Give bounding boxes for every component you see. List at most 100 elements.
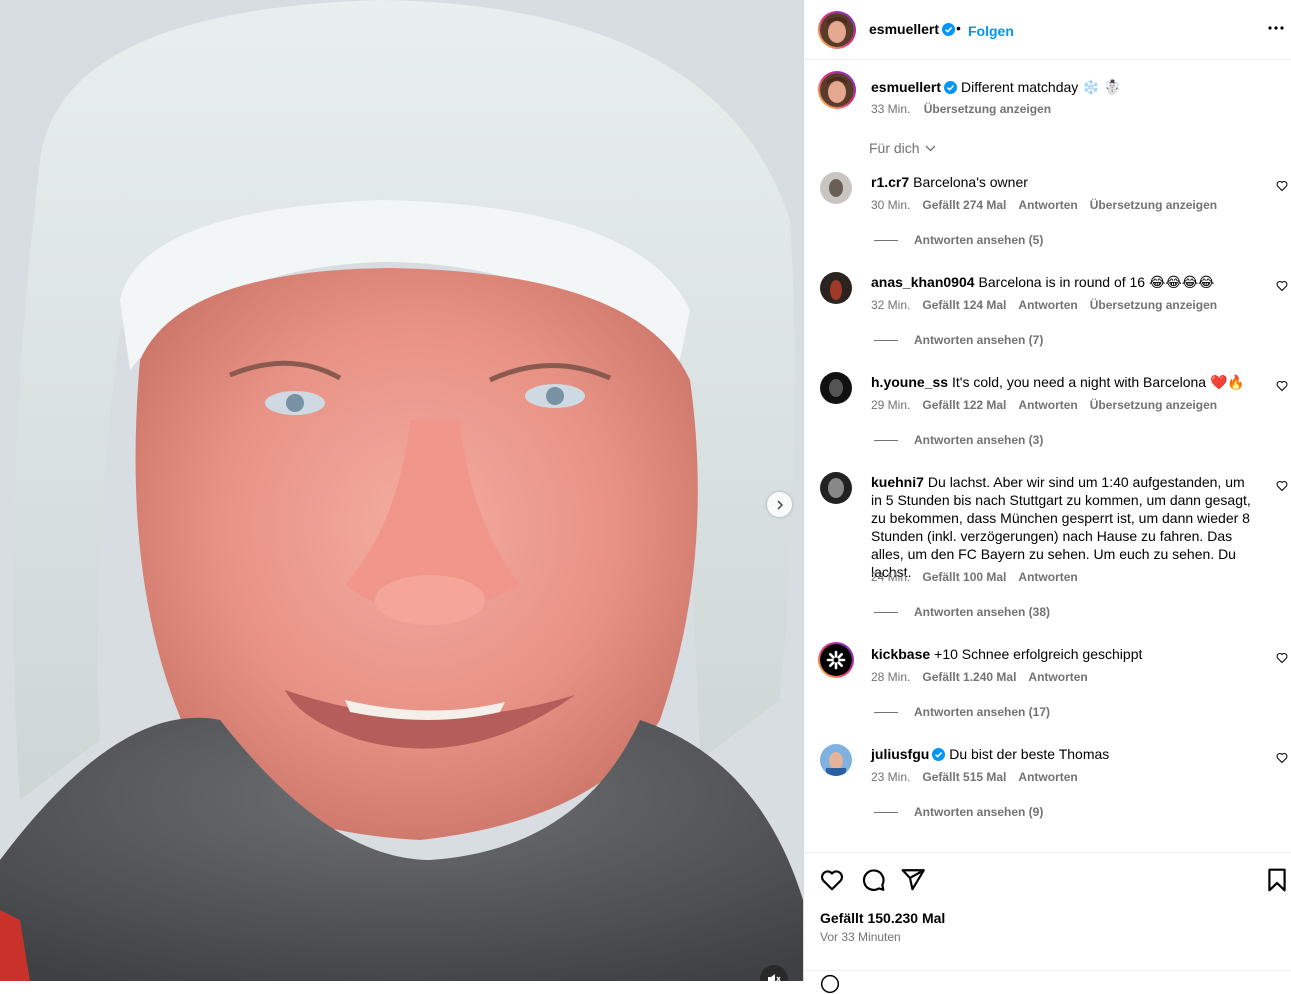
post-actions: Gefällt 150.230 Mal Vor 33 Minuten [804, 852, 1291, 994]
translate-link[interactable]: Übersetzung anzeigen [1090, 198, 1217, 212]
view-replies-button[interactable]: Antworten ansehen (3) [874, 433, 1043, 447]
bookmark-icon[interactable] [1264, 867, 1290, 893]
comment-username[interactable]: h.youne_ss [871, 374, 948, 390]
author-username[interactable]: esmuellert [869, 21, 956, 37]
replies-line [874, 439, 898, 441]
verified-badge-icon [944, 81, 958, 94]
like-count[interactable]: Gefällt 150.230 Mal [820, 910, 945, 926]
comment-likes[interactable]: Gefällt 1.240 Mal [922, 670, 1016, 684]
post-media[interactable] [0, 0, 803, 981]
translate-link[interactable]: Übersetzung anzeigen [1090, 298, 1217, 312]
comment-text: Barcelona is in round of 16 😂😂😂😂 [978, 274, 1215, 290]
comment-time[interactable]: 29 Min. [871, 398, 910, 412]
view-replies-label: Antworten ansehen (3) [914, 433, 1044, 447]
comment-likes[interactable]: Gefällt 124 Mal [922, 298, 1006, 312]
comment-body: r1.cr7 Barcelona's owner [871, 173, 1256, 191]
view-replies-button[interactable]: Antworten ansehen (5) [874, 233, 1043, 247]
author-username-text[interactable]: esmuellert [869, 21, 939, 37]
sort-comments-dropdown[interactable]: Für dich [869, 140, 936, 156]
view-replies-label: Antworten ansehen (9) [914, 805, 1044, 819]
comment-username[interactable]: juliusfgu [871, 746, 929, 762]
reply-button[interactable]: Antworten [1028, 670, 1087, 684]
verified-badge-icon [942, 23, 956, 36]
comment-meta: 28 Min. Gefällt 1.240 Mal Antworten [871, 670, 1088, 684]
comment-meta: 32 Min. Gefällt 124 Mal Antworten Überse… [871, 298, 1217, 312]
comment-username[interactable]: anas_khan0904 [871, 274, 975, 290]
comment-text: Du bist der beste Thomas [949, 746, 1110, 762]
avatar-image [820, 744, 852, 776]
comment-like-heart-icon[interactable] [1276, 180, 1288, 192]
comment-like-heart-icon[interactable] [1276, 480, 1288, 492]
speaker-muted-icon [768, 974, 781, 981]
comment-body: anas_khan0904 Barcelona is in round of 16… [871, 273, 1256, 291]
comment-likes[interactable]: Gefällt 274 Mal [922, 198, 1006, 212]
comment-like-heart-icon[interactable] [1276, 280, 1288, 292]
comment-like-heart-icon[interactable] [1276, 652, 1288, 664]
comment-likes[interactable]: Gefällt 122 Mal [922, 398, 1006, 412]
comment-likes[interactable]: Gefällt 100 Mal [922, 570, 1006, 584]
share-send-icon[interactable] [900, 867, 926, 893]
comment-body: kickbase +10 Schnee erfolgreich geschippt [871, 645, 1256, 663]
reply-button[interactable]: Antworten [1018, 398, 1077, 412]
commenter-avatar[interactable] [818, 642, 854, 678]
next-media-button[interactable] [767, 492, 792, 517]
comment-username[interactable]: kickbase [871, 646, 930, 662]
caption-time[interactable]: 33 Min. [871, 102, 910, 116]
view-replies-button[interactable]: Antworten ansehen (17) [874, 705, 1050, 719]
comment-time[interactable]: 24 Min. [871, 570, 910, 584]
comment-time[interactable]: 23 Min. [871, 770, 910, 784]
caption-username[interactable]: esmuellert [871, 79, 941, 95]
comment-meta: 29 Min. Gefällt 122 Mal Antworten Überse… [871, 398, 1217, 412]
verified-badge-icon [932, 748, 946, 761]
kickbase-logo-icon [820, 644, 852, 676]
comment-body: h.youne_ss It's cold, you need a night wi… [871, 373, 1256, 391]
comment-text: It's cold, you need a night with Barcelo… [952, 374, 1245, 390]
author-avatar[interactable] [818, 11, 856, 49]
chevron-down-icon [925, 145, 936, 151]
comment-body: juliusfgu Du bist der beste Thomas [871, 745, 1256, 763]
comment-time[interactable]: 32 Min. [871, 298, 910, 312]
comments-scroll-area[interactable]: esmuellert Different matchday ❄️ ☃️ 33 Mi… [804, 60, 1291, 852]
comment-time[interactable]: 28 Min. [871, 670, 910, 684]
view-replies-button[interactable]: Antworten ansehen (9) [874, 805, 1043, 819]
caption-avatar-image [820, 73, 854, 107]
avatar-image [820, 472, 852, 504]
comment-username[interactable]: kuehni7 [871, 474, 924, 490]
replies-line [874, 711, 898, 713]
comment-username[interactable]: r1.cr7 [871, 174, 909, 190]
reply-button[interactable]: Antworten [1018, 570, 1077, 584]
comment-meta: 30 Min. Gefällt 274 Mal Antworten Überse… [871, 198, 1217, 212]
replies-line [874, 811, 898, 813]
header-separator: • [956, 20, 961, 36]
comment-like-heart-icon[interactable] [1276, 380, 1288, 392]
comment-text: Barcelona's owner [913, 174, 1028, 190]
comment-meta: 24 Min. Gefällt 100 Mal Antworten [871, 570, 1078, 584]
comment-body: kuehni7 Du lachst. Aber wir sind um 1:40 … [871, 473, 1256, 581]
emoji-icon[interactable] [820, 974, 840, 994]
commenter-avatar[interactable] [820, 172, 852, 204]
comment-time[interactable]: 30 Min. [871, 198, 910, 212]
caption-author-avatar[interactable] [818, 71, 856, 109]
comment-like-heart-icon[interactable] [1276, 752, 1288, 764]
reply-button[interactable]: Antworten [1018, 298, 1077, 312]
follow-button[interactable]: Folgen [968, 23, 1014, 39]
avatar-image [820, 172, 852, 204]
more-options-button[interactable] [1266, 18, 1286, 38]
translate-link[interactable]: Übersetzung anzeigen [1090, 398, 1217, 412]
comment-likes[interactable]: Gefällt 515 Mal [922, 770, 1006, 784]
chevron-right-icon [776, 499, 783, 510]
reply-button[interactable]: Antworten [1018, 770, 1077, 784]
commenter-avatar[interactable] [820, 472, 852, 504]
view-replies-button[interactable]: Antworten ansehen (7) [874, 333, 1043, 347]
like-heart-icon[interactable] [819, 867, 845, 893]
commenter-avatar[interactable] [820, 272, 852, 304]
post-photo [0, 0, 803, 981]
view-replies-button[interactable]: Antworten ansehen (38) [874, 605, 1050, 619]
post-time[interactable]: Vor 33 Minuten [820, 930, 901, 944]
reply-button[interactable]: Antworten [1018, 198, 1077, 212]
replies-line [874, 239, 898, 241]
commenter-avatar[interactable] [820, 372, 852, 404]
comment-bubble-icon[interactable] [860, 867, 886, 893]
commenter-avatar[interactable] [820, 744, 852, 776]
caption-translate-link[interactable]: Übersetzung anzeigen [924, 102, 1051, 116]
